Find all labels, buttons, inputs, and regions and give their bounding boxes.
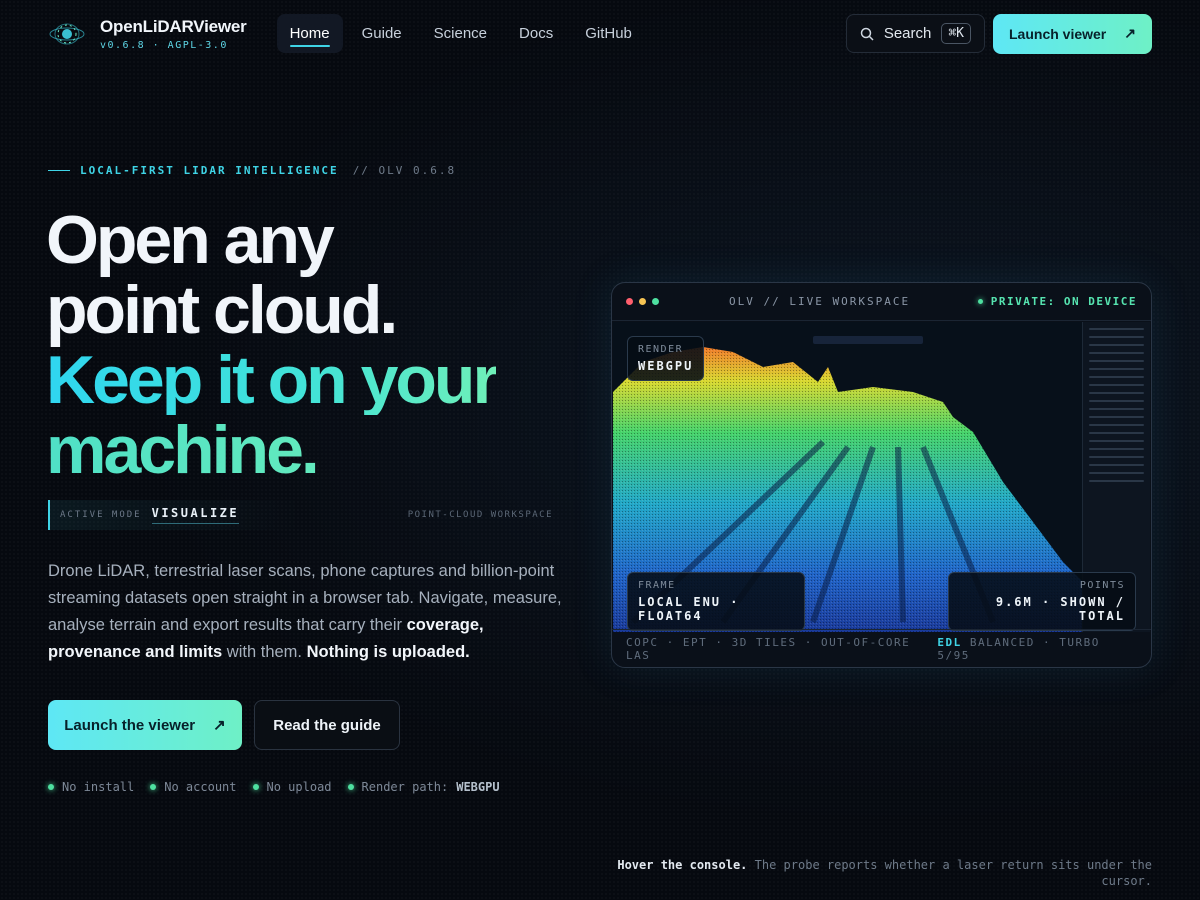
badge-label: No account bbox=[164, 780, 237, 794]
badge-no-install: No install bbox=[48, 780, 134, 794]
render-settings: EDL BALANCED · TURBO 5/95 bbox=[937, 636, 1137, 662]
render-path-label: Render path: bbox=[361, 780, 449, 794]
nav-link-science[interactable]: Science bbox=[421, 14, 500, 53]
top-nav: OpenLiDARViewer v0.6.8 · AGPL-3.0 Home G… bbox=[48, 13, 1152, 54]
console-title: OLV // LIVE WORKSPACE bbox=[729, 295, 911, 308]
feature-badges: No install No account No upload Render p… bbox=[48, 780, 500, 794]
read-the-guide-button[interactable]: Read the guide bbox=[254, 700, 400, 750]
hero-headline: Open any point cloud. Keep it on your ma… bbox=[46, 202, 499, 485]
render-hud-value: WEBGPU bbox=[638, 359, 694, 373]
read-the-guide-label: Read the guide bbox=[273, 716, 381, 734]
lidar-orbit-icon bbox=[48, 15, 86, 53]
eyebrow-tag: LOCAL-FIRST LIDAR INTELLIGENCE bbox=[80, 164, 339, 177]
badge-label: No upload bbox=[266, 780, 332, 794]
nav-link-guide[interactable]: Guide bbox=[349, 14, 415, 53]
brand-version: v0.6.8 · AGPL-3.0 bbox=[100, 39, 228, 51]
launch-viewer-label: Launch viewer bbox=[1009, 25, 1107, 42]
hover-hint: Hover the console. The probe reports whe… bbox=[592, 857, 1152, 889]
nav-link-docs[interactable]: Docs bbox=[506, 14, 566, 53]
render-path-value: WEBGPU bbox=[456, 780, 500, 794]
brand[interactable]: OpenLiDARViewer v0.6.8 · AGPL-3.0 bbox=[48, 15, 247, 53]
hero-eyebrow: LOCAL-FIRST LIDAR INTELLIGENCE // OLV 0.… bbox=[48, 164, 456, 177]
mode-label: ACTIVE MODE bbox=[60, 510, 142, 520]
status-dot-icon bbox=[252, 784, 259, 790]
window-minimize-dot-icon bbox=[639, 298, 646, 305]
frame-hud-value: LOCAL ENU · FLOAT64 bbox=[638, 595, 740, 623]
mode-workspace-label: POINT-CLOUD WORKSPACE bbox=[407, 510, 553, 520]
private-status: PRIVATE: ON DEVICE bbox=[977, 295, 1137, 308]
hero-cta: Launch the viewer ↗ Read the guide bbox=[48, 700, 400, 750]
search-icon bbox=[860, 27, 874, 41]
search-button[interactable]: Search ⌘K bbox=[845, 14, 985, 53]
arrow-up-right-icon: ↗ bbox=[213, 717, 226, 734]
hover-hint-bold: Hover the console. bbox=[617, 858, 748, 872]
point-cloud-viewport[interactable]: RENDER WEBGPU FRAME LOCAL ENU · FLOAT64 … bbox=[613, 322, 1150, 632]
render-hud-key: RENDER bbox=[638, 344, 684, 355]
search-shortcut: ⌘K bbox=[941, 23, 971, 44]
nav-link-home[interactable]: Home bbox=[276, 14, 343, 53]
arrow-up-right-icon: ↗ bbox=[1124, 25, 1136, 41]
private-label: PRIVATE: ON DEVICE bbox=[990, 295, 1137, 308]
badge-render-path: Render path: WEBGPU bbox=[347, 780, 500, 794]
badge-label: No install bbox=[62, 780, 135, 794]
frame-hud: FRAME LOCAL ENU · FLOAT64 bbox=[627, 572, 805, 631]
console-header: OLV // LIVE WORKSPACE PRIVATE: ON DEVICE bbox=[612, 283, 1151, 321]
eyebrow-line bbox=[48, 170, 70, 171]
render-hud: RENDER WEBGPU bbox=[627, 336, 705, 381]
hover-hint-text: The probe reports whether a laser return… bbox=[754, 858, 1152, 888]
eyebrow-version: // OLV 0.6.8 bbox=[352, 164, 457, 177]
edl-label: EDL bbox=[937, 635, 962, 649]
hero-description: Drone LiDAR, terrestrial laser scans, ph… bbox=[48, 558, 568, 666]
active-mode-bar: ACTIVE MODE VISUALIZE POINT-CLOUD WORKSP… bbox=[48, 500, 553, 530]
headline-line-1: Open any bbox=[46, 202, 335, 278]
window-close-dot-icon bbox=[626, 298, 633, 305]
desc-text-1: Drone LiDAR, terrestrial laser scans, ph… bbox=[48, 562, 562, 634]
console-footer: COPC · EPT · 3D TILES · OUT-OF-CORE LAS … bbox=[612, 629, 1151, 667]
launch-viewer-button[interactable]: Launch viewer ↗ bbox=[993, 13, 1152, 54]
live-workspace-console[interactable]: OLV // LIVE WORKSPACE PRIVATE: ON DEVICE bbox=[611, 282, 1152, 668]
points-hud-value: 9.6M · SHOWN / TOTAL bbox=[995, 595, 1125, 623]
badge-no-upload: No upload bbox=[252, 780, 332, 794]
status-dot-icon bbox=[977, 299, 983, 304]
status-dot-icon bbox=[347, 784, 354, 790]
window-maximize-dot-icon bbox=[652, 298, 659, 305]
desc-text-2: with them. bbox=[222, 643, 307, 661]
frame-hud-key: FRAME bbox=[638, 580, 676, 591]
headline-line-4: machine. bbox=[46, 415, 496, 485]
points-hud: POINTS 9.6M · SHOWN / TOTAL bbox=[948, 572, 1136, 631]
supported-formats: COPC · EPT · 3D TILES · OUT-OF-CORE LAS bbox=[626, 635, 911, 662]
launch-the-viewer-button[interactable]: Launch the viewer ↗ bbox=[48, 700, 242, 750]
nav-links: Home Guide Science Docs GitHub bbox=[276, 14, 645, 53]
nav-link-github[interactable]: GitHub bbox=[572, 14, 645, 53]
brand-name: OpenLiDARViewer bbox=[100, 16, 247, 36]
headline-line-3: Keep it on your bbox=[46, 342, 499, 418]
mode-value: VISUALIZE bbox=[151, 506, 240, 524]
edl-settings: BALANCED · TURBO 5/95 bbox=[937, 635, 1100, 662]
nav-actions: Search ⌘K Launch viewer ↗ bbox=[845, 13, 1152, 54]
status-dot-icon bbox=[150, 784, 157, 790]
headline-line-2: point cloud. bbox=[46, 272, 398, 348]
desc-bold-2: Nothing is uploaded. bbox=[306, 643, 470, 661]
points-hud-key: POINTS bbox=[1079, 580, 1125, 591]
badge-no-account: No account bbox=[150, 780, 237, 794]
launch-the-viewer-label: Launch the viewer bbox=[64, 716, 196, 734]
search-label: Search bbox=[883, 25, 932, 42]
status-dot-icon bbox=[48, 784, 54, 790]
